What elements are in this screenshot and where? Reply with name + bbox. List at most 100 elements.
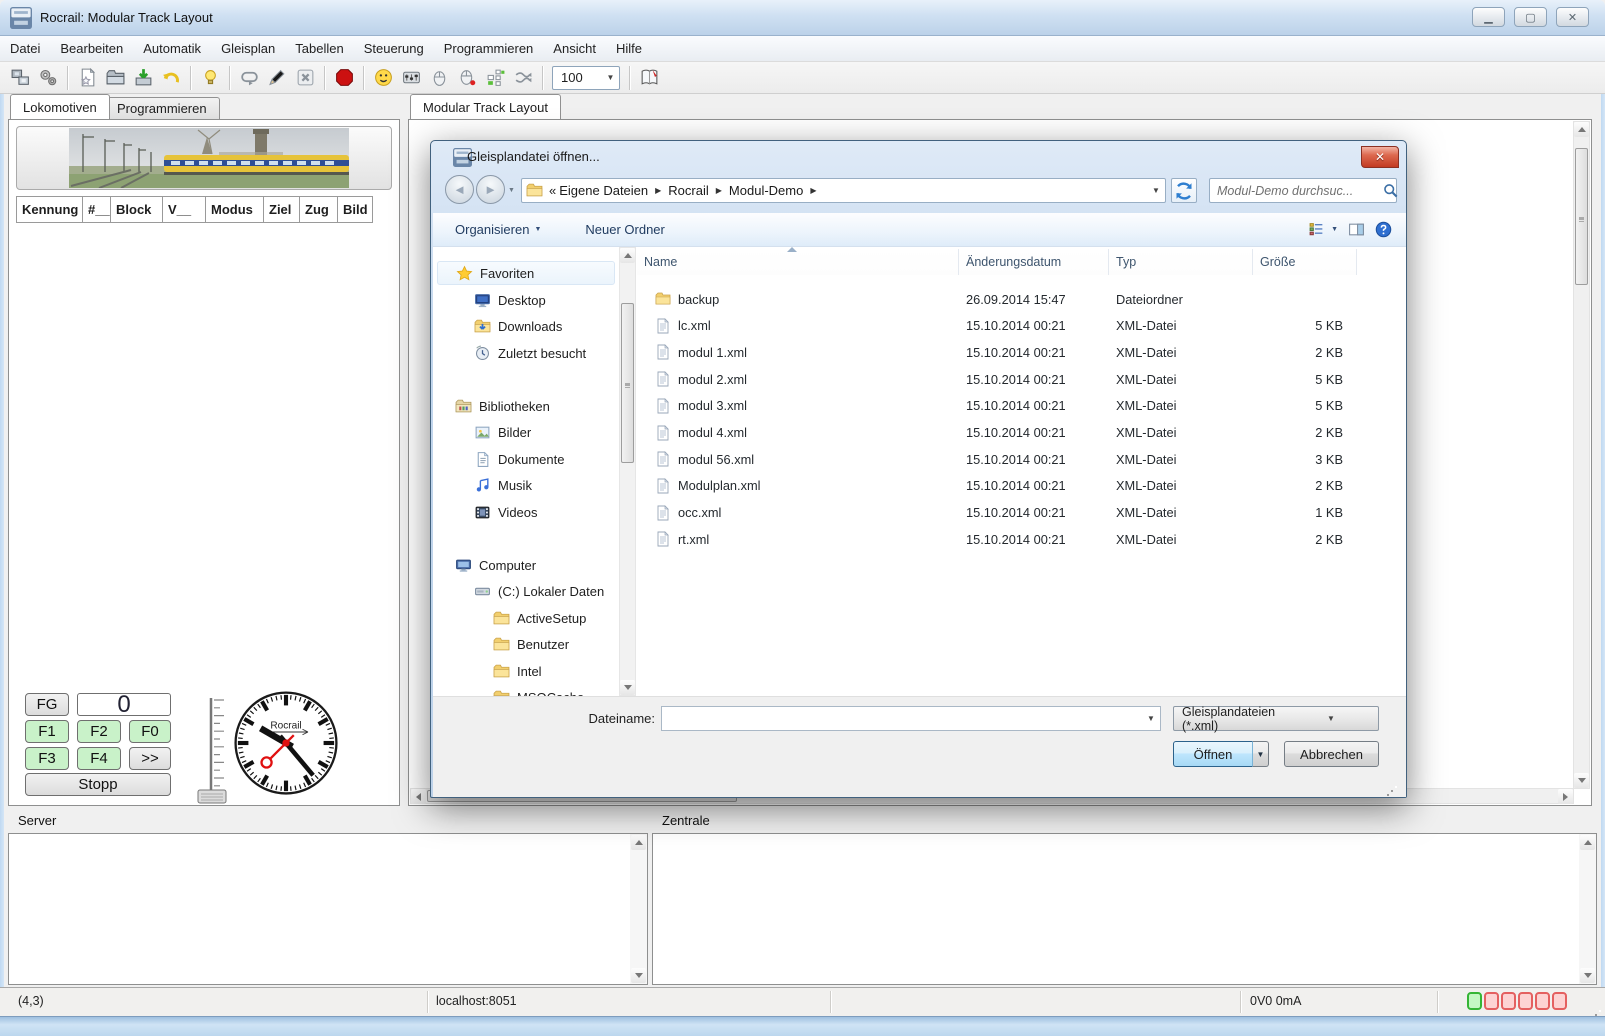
scroll-down-icon[interactable] [631,968,646,983]
sidebar-item-computer[interactable]: Computer [455,553,536,577]
scroll-up-icon[interactable] [1574,122,1589,137]
more-functions-button[interactable]: >> [129,747,171,770]
zoom-level-combobox[interactable]: 100▼ [552,66,620,90]
window-resize-grip[interactable] [1588,999,1602,1013]
f0-button[interactable]: F0 [129,720,171,743]
loco-column-modus[interactable]: Modus [206,196,264,223]
loco-column-zug[interactable]: Zug [300,196,338,223]
breadcrumb-segment-rocrail[interactable]: Rocrail [668,183,708,198]
loco-column-v[interactable]: V__ [163,196,206,223]
sidebar-item-intel[interactable]: Intel [493,659,542,683]
sidebar-item-benutzer[interactable]: Benutzer [493,632,569,656]
views-icon[interactable] [1308,221,1325,238]
dialog-close-button[interactable]: ✕ [1361,146,1399,168]
f2-button[interactable]: F2 [77,720,121,743]
loco-column-kennung[interactable]: Kennung [16,196,83,223]
menu-item-steuerung[interactable]: Steuerung [354,38,434,59]
filename-combobox[interactable]: ▼ [661,706,1161,731]
file-row-modul-4-xml[interactable]: modul 4.xml15.10.2014 00:21XML-Datei2 KB [637,421,1397,445]
central-log-scrollbar[interactable] [1579,834,1596,984]
column-header-name[interactable]: Name [637,249,959,275]
menu-item-hilfe[interactable]: Hilfe [606,38,652,59]
sidebar-item-desktop[interactable]: Desktop [474,288,546,312]
back-button[interactable]: ◄ [445,175,474,204]
search-box[interactable] [1209,178,1397,203]
fg-button[interactable]: FG [25,693,69,716]
toolbar-route-loop-button[interactable] [235,64,263,91]
organize-menu-button[interactable]: Organisieren ▼ [445,218,551,241]
chevron-down-icon[interactable]: ▼ [1331,226,1338,233]
loco-column-bild[interactable]: Bild [338,196,373,223]
tab-programmieren[interactable]: Programmieren [104,97,220,119]
file-row-modul-56-xml[interactable]: modul 56.xml15.10.2014 00:21XML-Datei3 K… [637,447,1397,471]
maximize-button[interactable]: ▢ [1514,7,1547,27]
tab-lokomotiven[interactable]: Lokomotiven [10,94,110,119]
toolbar-gears-button[interactable] [34,64,62,91]
menu-item-automatik[interactable]: Automatik [133,38,211,59]
locomotive-image[interactable] [16,126,392,190]
toolbar-new-file-button[interactable] [73,64,101,91]
chevron-down-icon[interactable]: ▼ [602,67,619,89]
menu-item-programmieren[interactable]: Programmieren [434,38,544,59]
refresh-button[interactable] [1171,178,1197,203]
sidebar-item-activesetup[interactable]: ActiveSetup [493,606,586,630]
help-icon[interactable] [1375,221,1392,238]
toolbar-mouse-analyse-button[interactable] [453,64,481,91]
toolbar-control-panel-button[interactable] [397,64,425,91]
breadcrumb-dropdown-icon[interactable]: ▼ [1147,186,1165,195]
breadcrumb-segment-eigene-dateien[interactable]: Eigene Dateien [559,183,648,198]
preview-icon[interactable] [1348,221,1365,238]
server-log[interactable] [8,833,648,985]
menu-item-gleisplan[interactable]: Gleisplan [211,38,285,59]
f3-button[interactable]: F3 [25,747,69,770]
breadcrumb[interactable]: « Eigene Dateien▶Rocrail▶Modul-Demo▶ ▼ [521,178,1166,203]
canvas-vertical-scrollbar[interactable] [1573,121,1590,789]
scroll-down-icon[interactable] [620,680,635,695]
sidebar-item-msocache[interactable]: MSOCache [493,685,584,696]
toolbar-shuffle-button[interactable] [509,64,537,91]
sidebar-scroll-thumb[interactable] [621,303,634,463]
tab-modular-track-layout[interactable]: Modular Track Layout [410,94,561,119]
scroll-up-icon[interactable] [1580,835,1595,850]
toolbar-connect-button[interactable] [6,64,34,91]
close-button[interactable]: ✕ [1556,7,1589,27]
toolbar-lamp-button[interactable] [196,64,224,91]
file-row-rt-xml[interactable]: rt.xml15.10.2014 00:21XML-Datei2 KB [637,527,1397,551]
sidebar-item-bilder[interactable]: Bilder [474,420,531,444]
file-row-lc-xml[interactable]: lc.xml15.10.2014 00:21XML-Datei5 KB [637,314,1397,338]
sidebar-item-bibliotheken[interactable]: Bibliotheken [455,394,550,418]
sidebar-item-videos[interactable]: Videos [474,500,538,524]
f1-button[interactable]: F1 [25,720,69,743]
file-row-modul-2-xml[interactable]: modul 2.xml15.10.2014 00:21XML-Datei5 KB [637,367,1397,391]
sidebar-scrollbar[interactable] [619,247,636,696]
file-row-modul-1-xml[interactable]: modul 1.xml15.10.2014 00:21XML-Datei2 KB [637,340,1397,364]
file-row-occ-xml[interactable]: occ.xml15.10.2014 00:21XML-Datei1 KB [637,501,1397,525]
scroll-left-icon[interactable] [411,789,426,804]
sidebar-item-downloads[interactable]: Downloads [474,314,562,338]
toolbar-delete-x-button[interactable] [291,64,319,91]
open-button[interactable]: Öffnen [1173,741,1253,767]
filetype-filter-dropdown[interactable]: Gleisplandateien (*.xml) ▼ [1173,706,1379,731]
scroll-right-icon[interactable] [1558,789,1573,804]
menu-item-bearbeiten[interactable]: Bearbeiten [50,38,133,59]
loco-column-block[interactable]: Block [111,196,163,223]
stop-button[interactable]: Stopp [25,773,171,796]
scroll-up-icon[interactable] [631,835,646,850]
menu-item-tabellen[interactable]: Tabellen [285,38,353,59]
toolbar-stop-button[interactable] [330,64,358,91]
breadcrumb-segment-modul-demo[interactable]: Modul-Demo [729,183,803,198]
file-row-modulplan-xml[interactable]: Modulplan.xml15.10.2014 00:21XML-Datei2 … [637,474,1397,498]
scroll-up-icon[interactable] [620,248,635,263]
canvas-vscroll-thumb[interactable] [1575,148,1588,285]
nav-history-dropdown-icon[interactable]: ▼ [508,187,515,194]
forward-button[interactable]: ► [476,175,505,204]
toolbar-manual-button[interactable] [635,64,663,91]
cancel-button[interactable]: Abbrechen [1284,741,1379,767]
scroll-down-icon[interactable] [1574,773,1589,788]
file-row-backup[interactable]: backup26.09.2014 15:47Dateiordner [637,287,1397,311]
toolbar-mouse-button[interactable] [425,64,453,91]
column-header-typ[interactable]: Typ [1109,249,1253,275]
menu-item-ansicht[interactable]: Ansicht [543,38,606,59]
toolbar-smiley-button[interactable] [369,64,397,91]
breadcrumb-separator-icon[interactable]: ▶ [648,186,668,195]
